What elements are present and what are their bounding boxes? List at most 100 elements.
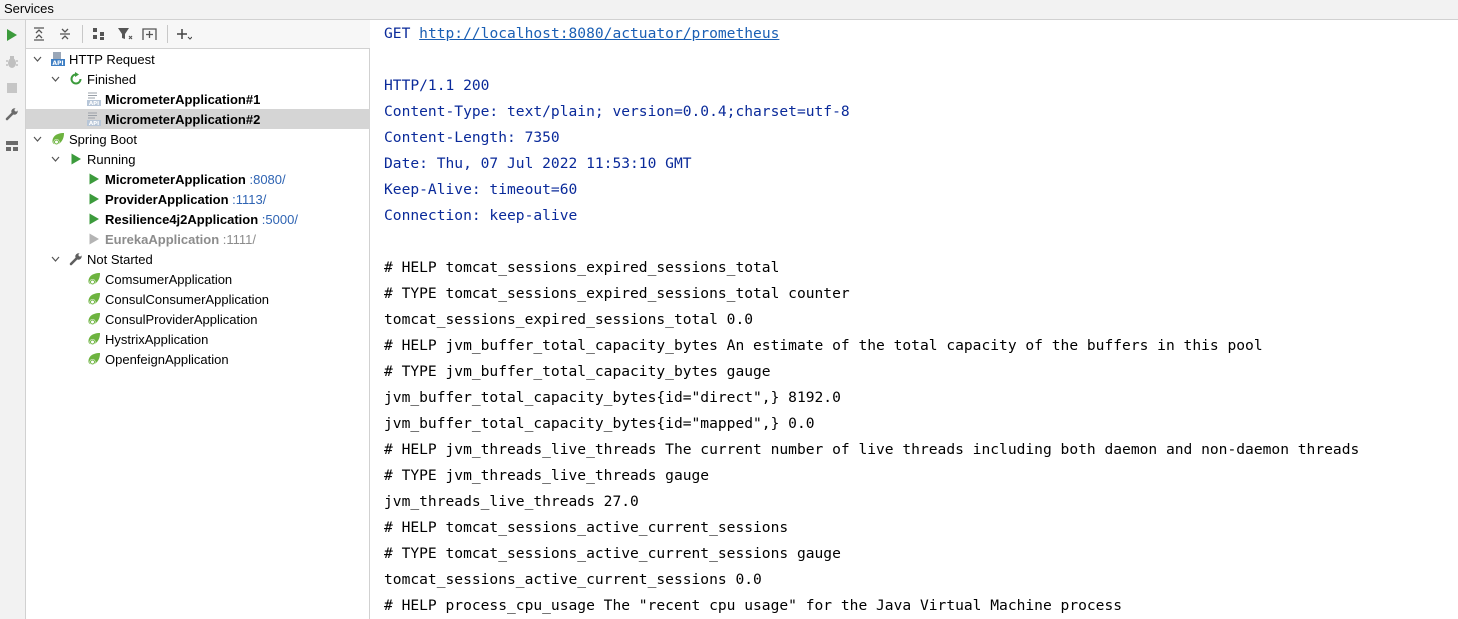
response-header: Content-Type: text/plain; version=0.0.4;… [384,103,850,120]
tree-item-app[interactable]: ConsulProviderApplication [26,309,370,329]
app-name: Resilience4j2Application [105,211,259,227]
tree-toolbar [26,20,370,49]
tree-item-app[interactable]: HystrixApplication [26,329,370,349]
response-header: Content-Length: 7350 [384,129,560,146]
run-icon[interactable] [3,26,21,44]
body-line: # TYPE jvm_threads_live_threads gauge [384,467,710,484]
toolbar-separator [167,25,168,43]
request-url-link[interactable]: http://localhost:8080/actuator/prometheu… [419,25,779,42]
svg-text:API: API [89,101,99,107]
api-icon: API [50,51,66,67]
app-port-link[interactable]: :1111/ [223,232,256,247]
body-line: # HELP tomcat_sessions_expired_sessions_… [384,259,780,276]
spring-boot-icon [86,271,102,287]
tree-item-label: ConsulConsumerApplication [105,291,270,307]
expand-all-icon[interactable] [29,25,49,43]
body-line: tomcat_sessions_active_current_sessions … [384,571,762,588]
body-line: jvm_buffer_total_capacity_bytes{id="dire… [384,389,841,406]
tree-node-running[interactable]: Running [26,149,370,169]
tree-item-label: Resilience4j2Application :5000/ [105,212,298,227]
tree-item-label: ProviderApplication :1113/ [105,192,266,207]
tree-item-label: MicrometerApplication#2 [105,111,261,127]
svg-text:API: API [89,121,99,127]
tree-item-running-app[interactable]: MicrometerApplication :8080/ [26,169,370,189]
run-icon [86,211,102,227]
rerun-icon [68,71,84,87]
collapse-all-icon[interactable] [55,25,75,43]
services-title-bar: Services [0,0,1458,20]
body-line: # TYPE jvm_buffer_total_capacity_bytes g… [384,363,771,380]
tree-item-label: ComsumerApplication [105,271,233,287]
tree-item-app[interactable]: OpenfeignApplication [26,349,370,369]
spring-boot-icon [86,311,102,327]
spring-boot-icon [86,291,102,307]
app-port-link[interactable]: :1113/ [232,192,266,207]
body-line: # TYPE tomcat_sessions_active_current_se… [384,545,841,562]
tree-item-app[interactable]: ComsumerApplication [26,269,370,289]
response-header: Keep-Alive: timeout=60 [384,181,578,198]
tree-node-finished[interactable]: Finished [26,69,370,89]
layout-icon[interactable] [3,137,21,155]
response-header: Connection: keep-alive [384,207,578,224]
chevron-down-icon[interactable] [49,153,61,165]
chevron-down-icon[interactable] [31,53,43,65]
run-icon [86,231,102,247]
tree-node-spring-boot[interactable]: Spring Boot [26,129,370,149]
add-service-icon[interactable] [174,25,194,43]
chevron-down-icon[interactable] [31,133,43,145]
run-icon [86,191,102,207]
tree-node-label: Finished [87,71,137,87]
toolbar-separator [82,25,83,43]
body-line: # HELP tomcat_sessions_active_current_se… [384,519,789,536]
tree-item-label: EurekaApplication :1111/ [105,232,256,247]
window-title: Services [4,1,54,16]
wrench-icon [68,251,84,267]
tree-node-not-started[interactable]: Not Started [26,249,370,269]
status-line: HTTP/1.1 200 [384,77,490,94]
tree-item-running-app[interactable]: ProviderApplication :1113/ [26,189,370,209]
body-line: # HELP jvm_buffer_total_capacity_bytes A… [384,337,1263,354]
tree-node-http-request[interactable]: API HTTP Request [26,49,370,69]
svg-text:API: API [52,60,63,67]
api-request-icon: API [86,91,102,107]
app-name: ProviderApplication [105,191,229,207]
response-viewer[interactable]: GET http://localhost:8080/actuator/prome… [371,20,1458,619]
request-method: GET [384,25,411,42]
tree-item-label: OpenfeignApplication [105,351,229,367]
tree-item-running-app-dimmed[interactable]: EurekaApplication :1111/ [26,229,370,249]
filter-icon[interactable] [115,25,135,43]
tree-item-request-selected[interactable]: API MicrometerApplication#2 [26,109,370,129]
spring-boot-icon [50,131,66,147]
tree-item-label: HystrixApplication [105,331,209,347]
chevron-down-icon[interactable] [49,253,61,265]
tree-item-running-app[interactable]: Resilience4j2Application :5000/ [26,209,370,229]
run-icon [86,171,102,187]
app-name: MicrometerApplication [105,171,246,187]
stop-icon[interactable] [3,79,21,97]
tree-item-label: ConsulProviderApplication [105,311,258,327]
debug-icon[interactable] [3,53,21,71]
new-tab-icon[interactable] [140,25,160,43]
app-port-link[interactable]: :8080/ [249,172,285,187]
chevron-down-icon[interactable] [49,73,61,85]
tree-node-label: Running [87,151,136,167]
services-vertical-toolbar [0,20,26,619]
tree-item-app[interactable]: ConsulConsumerApplication [26,289,370,309]
app-port-link[interactable]: :5000/ [262,212,298,227]
tree-item-label: MicrometerApplication#1 [105,91,261,107]
group-by-icon[interactable] [89,25,109,43]
spring-boot-icon [86,331,102,347]
response-header: Date: Thu, 07 Jul 2022 11:53:10 GMT [384,155,692,172]
request-line: GET http://localhost:8080/actuator/prome… [384,21,779,47]
body-line: jvm_buffer_total_capacity_bytes{id="mapp… [384,415,815,432]
wrench-icon[interactable] [3,105,21,123]
tree-item-request[interactable]: API MicrometerApplication#1 [26,89,370,109]
app-name: EurekaApplication [105,231,220,247]
body-line: jvm_threads_live_threads 27.0 [384,493,639,510]
body-line: tomcat_sessions_expired_sessions_total 0… [384,311,754,328]
run-icon [68,151,84,167]
body-line: # TYPE tomcat_sessions_expired_sessions_… [384,285,850,302]
tree-item-label: MicrometerApplication :8080/ [105,172,286,187]
services-tree-pane: API HTTP Request Finished API Micrometer… [26,20,370,619]
body-line: # HELP jvm_threads_live_threads The curr… [384,441,1360,458]
